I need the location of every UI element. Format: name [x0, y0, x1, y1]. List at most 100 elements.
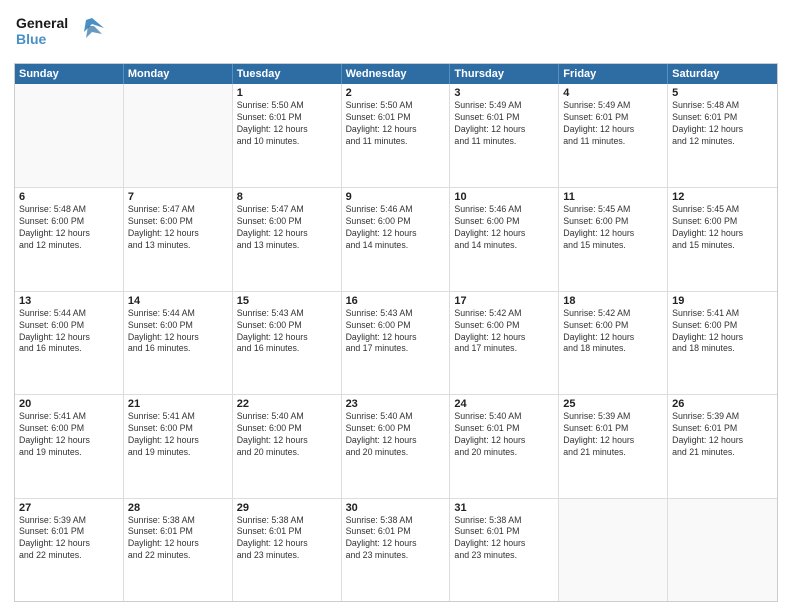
day-number: 15 — [237, 295, 337, 307]
day-info: Sunrise: 5:39 AMSunset: 6:01 PMDaylight:… — [563, 411, 663, 459]
day-number: 24 — [454, 398, 554, 410]
cal-cell: 14Sunrise: 5:44 AMSunset: 6:00 PMDayligh… — [124, 292, 233, 394]
day-number: 14 — [128, 295, 228, 307]
day-info: Sunrise: 5:39 AMSunset: 6:01 PMDaylight:… — [19, 515, 119, 563]
page: General Blue SundayMondayTuesdayWednesda… — [0, 0, 792, 612]
cal-cell: 4Sunrise: 5:49 AMSunset: 6:01 PMDaylight… — [559, 84, 668, 187]
cal-cell: 9Sunrise: 5:46 AMSunset: 6:00 PMDaylight… — [342, 188, 451, 290]
week-row-4: 27Sunrise: 5:39 AMSunset: 6:01 PMDayligh… — [15, 498, 777, 601]
cal-cell: 2Sunrise: 5:50 AMSunset: 6:01 PMDaylight… — [342, 84, 451, 187]
day-number: 16 — [346, 295, 446, 307]
day-info: Sunrise: 5:39 AMSunset: 6:01 PMDaylight:… — [672, 411, 773, 459]
cal-cell: 23Sunrise: 5:40 AMSunset: 6:00 PMDayligh… — [342, 395, 451, 497]
day-info: Sunrise: 5:40 AMSunset: 6:01 PMDaylight:… — [454, 411, 554, 459]
day-info: Sunrise: 5:46 AMSunset: 6:00 PMDaylight:… — [346, 204, 446, 252]
day-number: 30 — [346, 502, 446, 514]
logo: General Blue — [14, 10, 104, 57]
day-info: Sunrise: 5:50 AMSunset: 6:01 PMDaylight:… — [237, 100, 337, 148]
day-info: Sunrise: 5:38 AMSunset: 6:01 PMDaylight:… — [128, 515, 228, 563]
day-number: 22 — [237, 398, 337, 410]
week-row-2: 13Sunrise: 5:44 AMSunset: 6:00 PMDayligh… — [15, 291, 777, 394]
week-row-3: 20Sunrise: 5:41 AMSunset: 6:00 PMDayligh… — [15, 394, 777, 497]
header-day-wednesday: Wednesday — [342, 64, 451, 84]
day-info: Sunrise: 5:38 AMSunset: 6:01 PMDaylight:… — [237, 515, 337, 563]
day-number: 3 — [454, 87, 554, 99]
day-info: Sunrise: 5:46 AMSunset: 6:00 PMDaylight:… — [454, 204, 554, 252]
logo-content: General Blue — [14, 10, 104, 57]
header-day-monday: Monday — [124, 64, 233, 84]
cal-cell — [559, 499, 668, 601]
day-info: Sunrise: 5:41 AMSunset: 6:00 PMDaylight:… — [128, 411, 228, 459]
cal-cell: 17Sunrise: 5:42 AMSunset: 6:00 PMDayligh… — [450, 292, 559, 394]
day-number: 11 — [563, 191, 663, 203]
day-info: Sunrise: 5:43 AMSunset: 6:00 PMDaylight:… — [346, 308, 446, 356]
day-number: 9 — [346, 191, 446, 203]
svg-text:Blue: Blue — [16, 31, 47, 47]
day-info: Sunrise: 5:40 AMSunset: 6:00 PMDaylight:… — [346, 411, 446, 459]
day-number: 23 — [346, 398, 446, 410]
cal-cell: 10Sunrise: 5:46 AMSunset: 6:00 PMDayligh… — [450, 188, 559, 290]
day-number: 13 — [19, 295, 119, 307]
day-number: 27 — [19, 502, 119, 514]
header: General Blue — [14, 10, 778, 57]
day-info: Sunrise: 5:44 AMSunset: 6:00 PMDaylight:… — [19, 308, 119, 356]
cal-cell: 15Sunrise: 5:43 AMSunset: 6:00 PMDayligh… — [233, 292, 342, 394]
header-day-tuesday: Tuesday — [233, 64, 342, 84]
cal-cell: 28Sunrise: 5:38 AMSunset: 6:01 PMDayligh… — [124, 499, 233, 601]
week-row-0: 1Sunrise: 5:50 AMSunset: 6:01 PMDaylight… — [15, 84, 777, 187]
cal-cell: 24Sunrise: 5:40 AMSunset: 6:01 PMDayligh… — [450, 395, 559, 497]
svg-text:General: General — [16, 15, 68, 31]
day-number: 29 — [237, 502, 337, 514]
cal-cell: 13Sunrise: 5:44 AMSunset: 6:00 PMDayligh… — [15, 292, 124, 394]
day-info: Sunrise: 5:42 AMSunset: 6:00 PMDaylight:… — [563, 308, 663, 356]
logo-svg: General Blue — [14, 10, 104, 52]
day-info: Sunrise: 5:49 AMSunset: 6:01 PMDaylight:… — [454, 100, 554, 148]
day-number: 7 — [128, 191, 228, 203]
header-day-thursday: Thursday — [450, 64, 559, 84]
day-info: Sunrise: 5:40 AMSunset: 6:00 PMDaylight:… — [237, 411, 337, 459]
header-day-friday: Friday — [559, 64, 668, 84]
cal-cell: 30Sunrise: 5:38 AMSunset: 6:01 PMDayligh… — [342, 499, 451, 601]
day-info: Sunrise: 5:48 AMSunset: 6:01 PMDaylight:… — [672, 100, 773, 148]
day-number: 12 — [672, 191, 773, 203]
day-number: 2 — [346, 87, 446, 99]
day-info: Sunrise: 5:41 AMSunset: 6:00 PMDaylight:… — [19, 411, 119, 459]
cal-cell: 20Sunrise: 5:41 AMSunset: 6:00 PMDayligh… — [15, 395, 124, 497]
day-info: Sunrise: 5:48 AMSunset: 6:00 PMDaylight:… — [19, 204, 119, 252]
day-info: Sunrise: 5:38 AMSunset: 6:01 PMDaylight:… — [346, 515, 446, 563]
header-day-saturday: Saturday — [668, 64, 777, 84]
cal-cell: 12Sunrise: 5:45 AMSunset: 6:00 PMDayligh… — [668, 188, 777, 290]
day-info: Sunrise: 5:42 AMSunset: 6:00 PMDaylight:… — [454, 308, 554, 356]
day-info: Sunrise: 5:44 AMSunset: 6:00 PMDaylight:… — [128, 308, 228, 356]
day-number: 18 — [563, 295, 663, 307]
header-day-sunday: Sunday — [15, 64, 124, 84]
cal-cell: 25Sunrise: 5:39 AMSunset: 6:01 PMDayligh… — [559, 395, 668, 497]
cal-cell: 29Sunrise: 5:38 AMSunset: 6:01 PMDayligh… — [233, 499, 342, 601]
day-number: 8 — [237, 191, 337, 203]
cal-cell: 22Sunrise: 5:40 AMSunset: 6:00 PMDayligh… — [233, 395, 342, 497]
cal-cell — [15, 84, 124, 187]
cal-cell: 7Sunrise: 5:47 AMSunset: 6:00 PMDaylight… — [124, 188, 233, 290]
day-info: Sunrise: 5:43 AMSunset: 6:00 PMDaylight:… — [237, 308, 337, 356]
day-info: Sunrise: 5:50 AMSunset: 6:01 PMDaylight:… — [346, 100, 446, 148]
cal-cell — [124, 84, 233, 187]
cal-cell: 16Sunrise: 5:43 AMSunset: 6:00 PMDayligh… — [342, 292, 451, 394]
cal-cell: 27Sunrise: 5:39 AMSunset: 6:01 PMDayligh… — [15, 499, 124, 601]
calendar-header: SundayMondayTuesdayWednesdayThursdayFrid… — [15, 64, 777, 84]
calendar-body: 1Sunrise: 5:50 AMSunset: 6:01 PMDaylight… — [15, 84, 777, 601]
cal-cell: 3Sunrise: 5:49 AMSunset: 6:01 PMDaylight… — [450, 84, 559, 187]
cal-cell: 26Sunrise: 5:39 AMSunset: 6:01 PMDayligh… — [668, 395, 777, 497]
week-row-1: 6Sunrise: 5:48 AMSunset: 6:00 PMDaylight… — [15, 187, 777, 290]
day-info: Sunrise: 5:49 AMSunset: 6:01 PMDaylight:… — [563, 100, 663, 148]
cal-cell: 18Sunrise: 5:42 AMSunset: 6:00 PMDayligh… — [559, 292, 668, 394]
cal-cell: 8Sunrise: 5:47 AMSunset: 6:00 PMDaylight… — [233, 188, 342, 290]
cal-cell: 21Sunrise: 5:41 AMSunset: 6:00 PMDayligh… — [124, 395, 233, 497]
cal-cell: 19Sunrise: 5:41 AMSunset: 6:00 PMDayligh… — [668, 292, 777, 394]
day-info: Sunrise: 5:41 AMSunset: 6:00 PMDaylight:… — [672, 308, 773, 356]
cal-cell: 6Sunrise: 5:48 AMSunset: 6:00 PMDaylight… — [15, 188, 124, 290]
cal-cell: 5Sunrise: 5:48 AMSunset: 6:01 PMDaylight… — [668, 84, 777, 187]
day-number: 1 — [237, 87, 337, 99]
day-number: 20 — [19, 398, 119, 410]
day-number: 31 — [454, 502, 554, 514]
day-info: Sunrise: 5:47 AMSunset: 6:00 PMDaylight:… — [128, 204, 228, 252]
